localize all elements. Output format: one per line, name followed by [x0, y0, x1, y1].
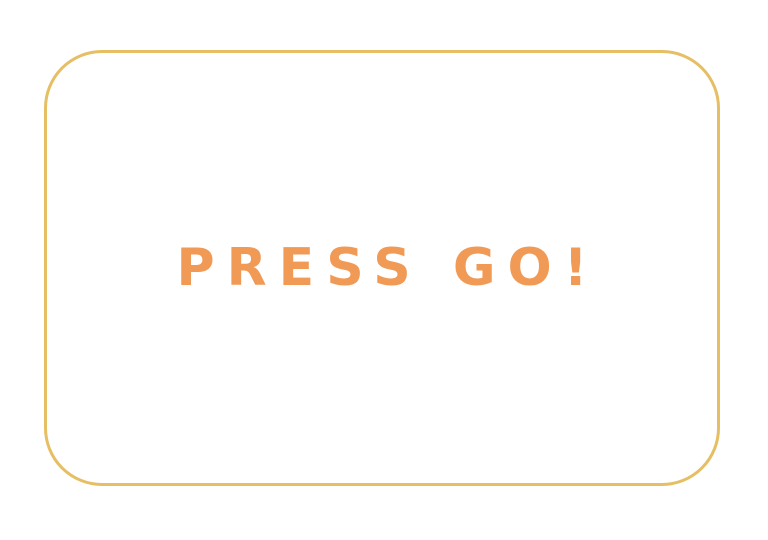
- go-card[interactable]: PRESS GO!: [44, 50, 720, 486]
- press-go-text: PRESS GO!: [176, 238, 600, 298]
